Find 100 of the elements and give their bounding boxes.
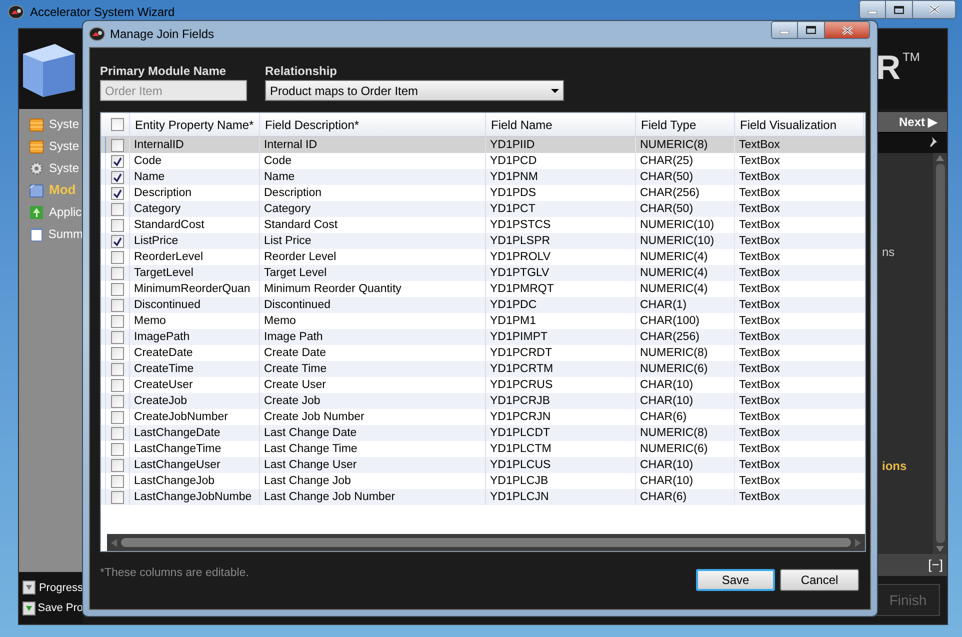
row-checkbox[interactable] xyxy=(111,426,124,440)
row-checkbox[interactable] xyxy=(111,282,124,296)
table-cell-text: TextBox xyxy=(738,138,781,153)
table-cell-text: TextBox xyxy=(738,314,781,329)
row-checkbox[interactable] xyxy=(111,170,124,184)
check-icon xyxy=(113,236,122,246)
row-checkbox[interactable] xyxy=(111,154,124,168)
row-checkbox[interactable] xyxy=(111,234,124,248)
maximize-button[interactable] xyxy=(798,21,824,39)
table-row[interactable]: TargetLevel Target Level YD1PTGLV NUMERIC(4) TextBox xyxy=(101,265,865,281)
vertical-scrollbar[interactable] xyxy=(933,153,947,554)
select-all-checkbox[interactable] xyxy=(111,118,124,131)
table-cell-text: TextBox xyxy=(738,266,781,281)
table-row[interactable]: ListPrice List Price YD1PLSPR NUMERIC(10) TextBox xyxy=(101,233,865,249)
window-title: Accelerator System Wizard xyxy=(30,5,175,20)
box-icon xyxy=(29,116,44,132)
row-checkbox[interactable] xyxy=(111,410,124,424)
table-cell-text: TextBox xyxy=(738,330,781,345)
app-logo-icon xyxy=(89,27,105,41)
row-checkbox[interactable] xyxy=(111,250,124,264)
horizontal-scrollbar[interactable] xyxy=(107,534,865,551)
column-header[interactable]: Field Description* xyxy=(260,113,486,136)
scroll-right-icon xyxy=(855,538,861,546)
row-checkbox[interactable] xyxy=(111,330,124,344)
dialog-button[interactable]: Cancel xyxy=(780,569,859,591)
table-cell-text: TextBox xyxy=(738,234,781,249)
table-cell-text: TextBox xyxy=(738,218,781,233)
table-row[interactable]: Name Name YD1PNM CHAR(50) TextBox xyxy=(101,169,865,185)
collapse-toggle[interactable]: [−] xyxy=(928,555,943,575)
table-row[interactable]: InternalID Internal ID YD1PIID NUMERIC(8) TextBox xyxy=(101,137,865,153)
field-label: Relationship xyxy=(265,64,338,78)
row-checkbox[interactable] xyxy=(111,202,124,216)
dialog-button[interactable]: Save xyxy=(696,569,775,591)
close-icon xyxy=(928,5,940,14)
minimize-button[interactable] xyxy=(859,0,886,19)
row-checkbox[interactable] xyxy=(111,186,124,200)
scroll-up-icon xyxy=(936,155,944,161)
table-cell-text: TextBox xyxy=(738,490,781,505)
row-checkbox[interactable] xyxy=(111,458,124,472)
column-header[interactable]: Entity Property Name* xyxy=(130,113,260,136)
table-cell-text: TextBox xyxy=(738,154,781,169)
relationship-dropdown[interactable]: Product maps to Order Item xyxy=(265,80,564,101)
column-header[interactable]: Field Name xyxy=(486,113,636,136)
table-cell-text: TextBox xyxy=(738,362,781,377)
sidebar-action[interactable]: Save Pro xyxy=(22,600,83,616)
table-row[interactable]: CreateTime Create Time YD1PCRTM NUMERIC(6) TextBox xyxy=(101,361,865,377)
maximize-button[interactable] xyxy=(886,0,912,19)
row-checkbox[interactable] xyxy=(111,490,124,504)
page-icon xyxy=(29,226,44,242)
field-label: Primary Module Name xyxy=(100,64,228,78)
row-checkbox[interactable] xyxy=(111,474,124,488)
maximize-icon xyxy=(894,6,904,14)
minimize-button[interactable] xyxy=(771,21,798,39)
table-row[interactable]: LastChangeUser Last Change User YD1PLCUS CHAR(10) TextBox xyxy=(101,457,865,473)
column-header[interactable]: Field Type xyxy=(636,113,735,136)
close-button[interactable] xyxy=(912,0,956,19)
table-cell-text: TextBox xyxy=(738,250,781,265)
table-row[interactable]: LastChangeJobNumbe Last Change Job Number YD1PLCJN CHAR(6) TextBox xyxy=(101,489,865,505)
row-checkbox[interactable] xyxy=(111,314,124,328)
row-checkbox[interactable] xyxy=(111,378,124,392)
row-checkbox[interactable] xyxy=(111,442,124,456)
table-row[interactable]: Category Category YD1PCT CHAR(50) TextBox xyxy=(101,201,865,217)
sidebar-action[interactable]: Progress xyxy=(22,580,83,596)
table-cell-text: TextBox xyxy=(738,298,781,313)
table-row[interactable]: LastChangeDate Last Change Date YD1PLCDT NUMERIC(8) TextBox xyxy=(101,425,865,441)
logo-letter: R xyxy=(876,51,901,85)
scroll-down-icon xyxy=(936,546,944,552)
table-row[interactable]: Discontinued Discontinued YD1PDC CHAR(1) TextBox xyxy=(101,297,865,313)
table-cell-text: TextBox xyxy=(738,202,781,217)
panel-text: ions xyxy=(882,458,907,475)
next-button[interactable]: Next ▶ xyxy=(876,112,947,132)
row-checkbox[interactable] xyxy=(111,346,124,360)
table-row[interactable]: CreateJob Create Job YD1PCRJB CHAR(10) TextBox xyxy=(101,393,865,409)
panel-text: ns xyxy=(882,244,895,261)
table-cell: CHAR(6) xyxy=(636,489,735,505)
trademark-mark: TM xyxy=(902,51,920,63)
row-checkbox[interactable] xyxy=(111,298,124,312)
close-button[interactable] xyxy=(824,21,870,39)
caret-icon xyxy=(551,88,559,92)
close-icon xyxy=(842,26,852,34)
row-checkbox[interactable] xyxy=(111,266,124,280)
table-row[interactable]: ImagePath Image Path YD1PIMPT CHAR(256) TextBox xyxy=(101,329,865,345)
app-logo-icon xyxy=(8,5,24,19)
row-checkbox[interactable] xyxy=(111,218,124,232)
gear-icon xyxy=(29,160,44,176)
table-cell-text: TextBox xyxy=(738,378,781,393)
table-cell-text: TextBox xyxy=(738,426,781,441)
scroll-left-icon xyxy=(111,538,117,546)
table-cell-text: TextBox xyxy=(738,394,781,409)
table-cell-text: TextBox xyxy=(738,442,781,457)
download-document-icon xyxy=(22,600,36,616)
row-checkbox[interactable] xyxy=(111,394,124,408)
table-cell: Last Change Job Number xyxy=(260,489,486,505)
row-checkbox[interactable] xyxy=(111,138,124,152)
column-header[interactable]: Field Visualization xyxy=(735,113,864,136)
row-checkbox[interactable] xyxy=(111,362,124,376)
table-cell-text: TextBox xyxy=(738,410,781,425)
table-cell-text: TextBox xyxy=(738,346,781,361)
table-cell-text: TextBox xyxy=(738,170,781,185)
maximize-icon xyxy=(806,26,816,34)
